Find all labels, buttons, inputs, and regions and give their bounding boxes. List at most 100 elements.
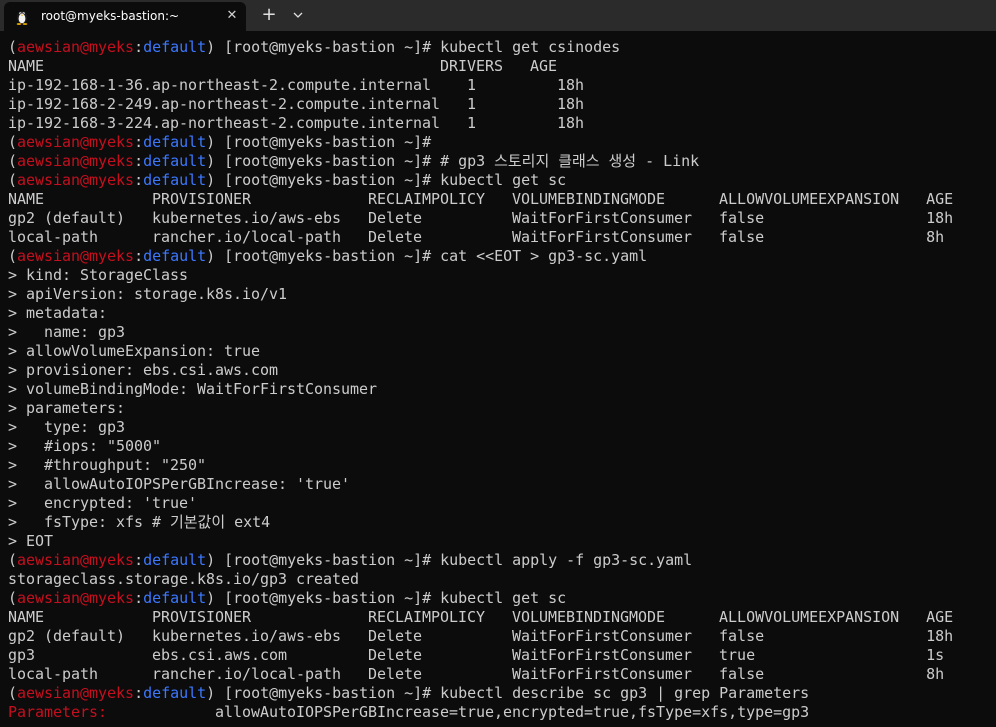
output-text: > allowVolumeExpansion: true (8, 342, 261, 360)
prompt-colon: : (134, 551, 144, 569)
new-tab-button[interactable]: + (259, 5, 279, 25)
terminal-output[interactable]: (aewsian@myeks:default) [root@myeks-bast… (8, 38, 996, 727)
output-text: NAME PROVISIONER RECLAIMPOLICY VOLUMEBIN… (8, 190, 954, 208)
output-text: > type: gp3 (8, 418, 126, 436)
output-text: > #throughput: "250" (8, 456, 207, 474)
prompt-open-paren: ( (8, 171, 18, 189)
output-line: gp2 (default) kubernetes.io/aws-ebs Dele… (8, 627, 996, 646)
output-line: > #iops: "5000" (8, 437, 996, 456)
output-line: > apiVersion: storage.k8s.io/v1 (8, 285, 996, 304)
prompt-line: (aewsian@myeks:default) [root@myeks-bast… (8, 551, 996, 570)
output-text: > name: gp3 (8, 323, 126, 341)
prompt-colon: : (134, 684, 144, 702)
tab-terminal[interactable]: root@myeks-bastion:~ ✕ (4, 2, 246, 31)
prompt-path: ) [root@myeks-bastion ~]# (206, 247, 441, 265)
output-line: > encrypted: 'true' (8, 494, 996, 513)
output-line: > volumeBindingMode: WaitForFirstConsume… (8, 380, 996, 399)
prompt-at: @ (80, 171, 90, 189)
prompt-path: ) [root@myeks-bastion ~]# (206, 171, 441, 189)
grep-match-label: Parameters: (8, 703, 108, 721)
prompt-open-paren: ( (8, 133, 18, 151)
output-line: > provisioner: ebs.csi.aws.com (8, 361, 996, 380)
prompt-host: myeks (89, 247, 135, 265)
title-bar: root@myeks-bastion:~ ✕ + (0, 0, 996, 31)
prompt-line: (aewsian@myeks:default) [root@myeks-bast… (8, 247, 996, 266)
output-line: ip-192-168-1-36.ap-northeast-2.compute.i… (8, 76, 996, 95)
tab-title: root@myeks-bastion:~ (41, 9, 180, 23)
prompt-colon: : (134, 133, 144, 151)
output-text: NAME DRIVERS AGE (8, 57, 558, 75)
prompt-at: @ (80, 551, 90, 569)
prompt-at: @ (80, 684, 90, 702)
output-text: > apiVersion: storage.k8s.io/v1 (8, 285, 288, 303)
output-text: > volumeBindingMode: WaitForFirstConsume… (8, 380, 378, 398)
output-line: local-path rancher.io/local-path Delete … (8, 665, 996, 684)
output-line: > allowVolumeExpansion: true (8, 342, 996, 361)
prompt-colon: : (134, 152, 144, 170)
prompt-path: ) [root@myeks-bastion ~]# (206, 684, 441, 702)
output-line: gp2 (default) kubernetes.io/aws-ebs Dele… (8, 209, 996, 228)
output-text: > metadata: (8, 304, 108, 322)
output-line: > parameters: (8, 399, 996, 418)
output-text: storageclass.storage.k8s.io/gp3 created (8, 570, 360, 588)
prompt-host: myeks (89, 684, 135, 702)
output-text: > fsType: xfs # 기본값이 ext4 (8, 513, 271, 531)
prompt-host: myeks (89, 589, 135, 607)
output-line: NAME PROVISIONER RECLAIMPOLICY VOLUMEBIN… (8, 190, 996, 209)
prompt-at: @ (80, 589, 90, 607)
output-text: ip-192-168-3-224.ap-northeast-2.compute.… (8, 114, 585, 132)
prompt-user: aewsian (17, 589, 81, 607)
command-text: # gp3 스토리지 클래스 생성 - Link (440, 152, 700, 170)
output-line: > name: gp3 (8, 323, 996, 342)
output-text: local-path rancher.io/local-path Delete … (8, 228, 945, 246)
prompt-namespace: default (143, 589, 207, 607)
output-text: > encrypted: 'true' (8, 494, 198, 512)
prompt-line: (aewsian@myeks:default) [root@myeks-bast… (8, 133, 996, 152)
prompt-host: myeks (89, 171, 135, 189)
output-text: > EOT (8, 532, 54, 550)
output-line: local-path rancher.io/local-path Delete … (8, 228, 996, 247)
command-text: kubectl describe sc gp3 | grep Parameter… (440, 684, 810, 702)
prompt-user: aewsian (17, 684, 81, 702)
prompt-host: myeks (89, 551, 135, 569)
prompt-colon: : (134, 247, 144, 265)
output-line: > kind: StorageClass (8, 266, 996, 285)
prompt-open-paren: ( (8, 247, 18, 265)
command-text: kubectl get csinodes (440, 38, 621, 56)
prompt-user: aewsian (17, 38, 81, 56)
prompt-namespace: default (143, 247, 207, 265)
prompt-user: aewsian (17, 551, 81, 569)
prompt-open-paren: ( (8, 152, 18, 170)
output-line: > allowAutoIOPSPerGBIncrease: 'true' (8, 475, 996, 494)
output-text: gp3 ebs.csi.aws.com Delete WaitForFirstC… (8, 646, 945, 664)
prompt-open-paren: ( (8, 684, 18, 702)
output-line: > fsType: xfs # 기본값이 ext4 (8, 513, 996, 532)
output-line: > EOT (8, 532, 996, 551)
prompt-user: aewsian (17, 171, 81, 189)
prompt-at: @ (80, 247, 90, 265)
output-text: ip-192-168-2-249.ap-northeast-2.compute.… (8, 95, 585, 113)
chevron-down-icon[interactable] (289, 5, 307, 25)
output-line: NAME PROVISIONER RECLAIMPOLICY VOLUMEBIN… (8, 608, 996, 627)
output-line: storageclass.storage.k8s.io/gp3 created (8, 570, 996, 589)
prompt-namespace: default (143, 133, 207, 151)
prompt-namespace: default (143, 684, 207, 702)
prompt-user: aewsian (17, 133, 81, 151)
output-text: > provisioner: ebs.csi.aws.com (8, 361, 279, 379)
prompt-at: @ (80, 133, 90, 151)
prompt-host: myeks (89, 133, 135, 151)
output-line: > metadata: (8, 304, 996, 323)
command-text: kubectl get sc (440, 589, 567, 607)
prompt-user: aewsian (17, 152, 81, 170)
output-line: NAME DRIVERS AGE (8, 57, 996, 76)
prompt-open-paren: ( (8, 38, 18, 56)
prompt-line: (aewsian@myeks:default) [root@myeks-bast… (8, 38, 996, 57)
output-text: local-path rancher.io/local-path Delete … (8, 665, 945, 683)
output-line: gp3 ebs.csi.aws.com Delete WaitForFirstC… (8, 646, 996, 665)
prompt-path: ) [root@myeks-bastion ~]# (206, 133, 441, 151)
prompt-colon: : (134, 38, 144, 56)
command-text: kubectl get sc (440, 171, 567, 189)
close-tab-icon[interactable]: ✕ (223, 7, 241, 25)
linux-penguin-icon (16, 11, 28, 25)
prompt-line: (aewsian@myeks:default) [root@myeks-bast… (8, 589, 996, 608)
